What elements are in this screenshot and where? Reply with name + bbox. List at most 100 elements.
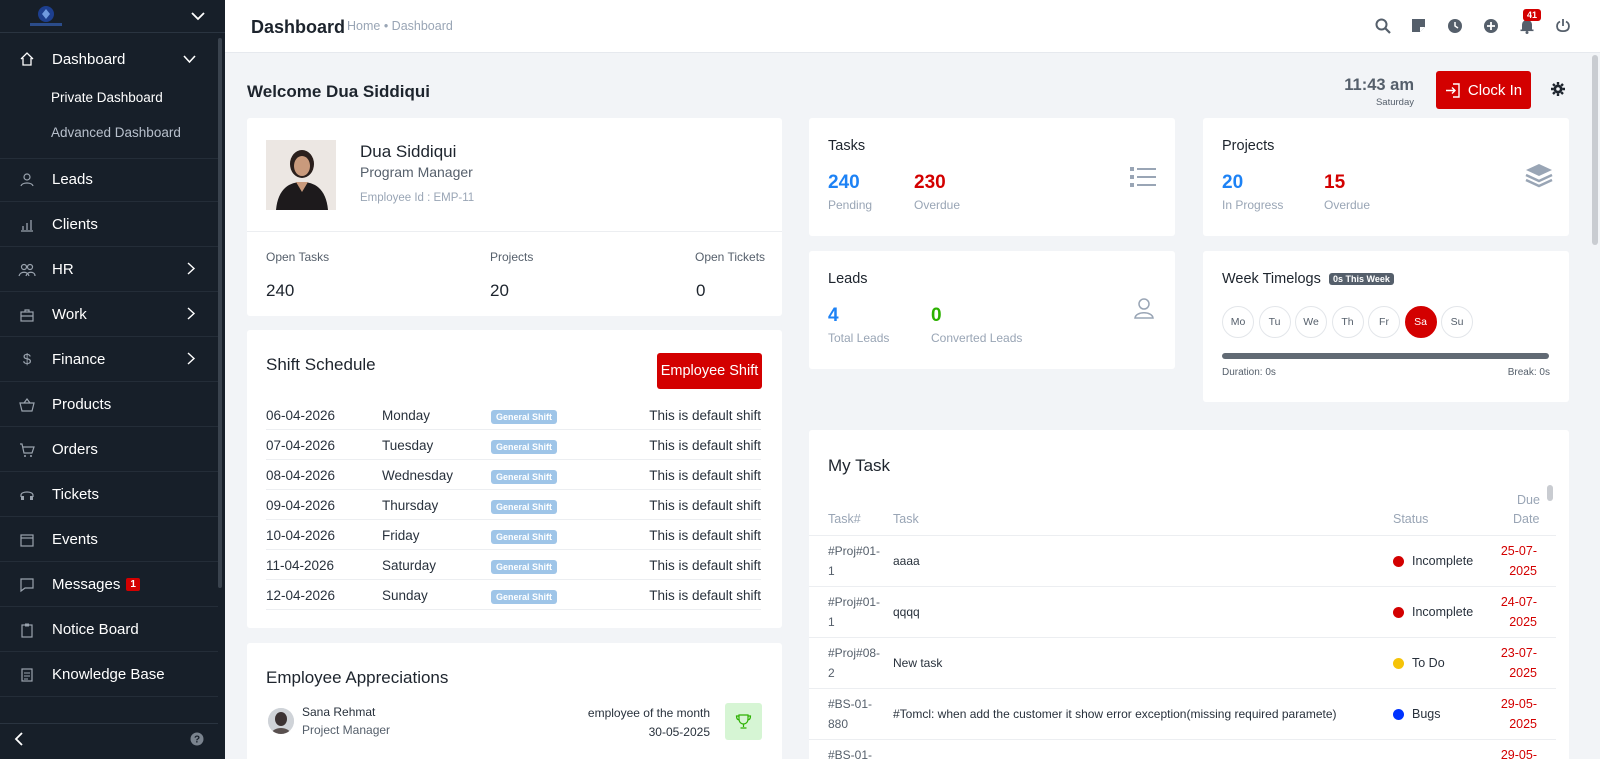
shift-badge: General Shift [491,500,558,514]
home-icon [18,50,36,68]
projects-progress-value[interactable]: 20 [1222,172,1243,194]
chevron-right-icon [187,307,196,325]
chevron-right-icon [187,262,196,280]
profile-role: Program Manager [360,164,473,180]
sidebar-item-notice-board[interactable]: Notice Board [0,608,218,652]
task-row[interactable]: #BS-01- 29-05- [809,739,1556,759]
task-row[interactable]: #BS-01- 880 #Tomcl: when add the customer … [809,688,1556,739]
projects-value[interactable]: 20 [490,281,509,301]
open-tickets-value[interactable]: 0 [696,281,705,301]
sidebar-scrollbar[interactable] [218,38,222,588]
shift-note: This is default shift [649,438,761,453]
sidebar-item-hr[interactable]: HR [0,248,218,292]
appreciation-avatar[interactable] [268,708,294,734]
task-number[interactable]: #Proj#01- [828,544,880,558]
task-status: Incomplete [1393,605,1473,619]
day-we-button[interactable]: We [1295,306,1327,338]
bell-icon[interactable]: 41 [1517,9,1542,35]
shift-day: Friday [382,528,420,543]
shift-badge: General Shift [491,410,558,424]
task-number[interactable]: #Proj#08- [828,646,880,660]
clock-icon[interactable] [1445,16,1464,35]
tasks-card: Tasks 240 Pending 230 Overdue [809,118,1175,236]
task-name[interactable]: aaaa [893,554,920,568]
task-number[interactable]: #Proj#01- [828,595,880,609]
task-row[interactable]: #Proj#08- 2 New task To Do 23-07- 2025 [809,637,1556,688]
day-mo-button[interactable]: Mo [1222,306,1254,338]
leads-converted-value[interactable]: 0 [931,305,942,327]
clock-in-button[interactable]: Clock In [1436,71,1531,109]
sidebar-subitem-advanced-dashboard[interactable]: Advanced Dashboard [51,125,181,140]
sidebar-item-products[interactable]: Products [0,383,218,427]
day-fr-button[interactable]: Fr [1368,306,1400,338]
task-name[interactable]: qqqq [893,605,920,619]
shift-row: 11-04-2026 Saturday General Shift This is d… [266,550,761,580]
shift-badge: General Shift [491,470,558,484]
sidebar-item-work[interactable]: Work [0,293,218,337]
sidebar-item-leads[interactable]: Leads [0,158,218,202]
shift-row: 09-04-2026 Thursday General Shift This is d… [266,490,761,520]
col-header-due[interactable]: Due [1517,493,1540,507]
sidebar-item-dashboard[interactable]: Dashboard [0,37,218,81]
col-header-task[interactable]: Task [893,512,919,526]
basket-icon [18,396,36,414]
profile-avatar[interactable] [266,140,336,210]
task-table-scrollbar[interactable] [1547,485,1553,501]
leads-converted-label: Converted Leads [931,331,1023,345]
search-icon[interactable] [1373,16,1392,35]
tasks-pending-value[interactable]: 240 [828,172,860,194]
col-header-task-number[interactable]: Task# [828,512,861,526]
shift-badge: General Shift [491,560,558,574]
projects-progress-label: In Progress [1222,198,1284,212]
task-name[interactable]: New task [893,656,942,670]
gear-icon[interactable] [1551,82,1565,101]
sidebar-item-orders[interactable]: Orders [0,428,218,472]
task-number[interactable]: #BS-01- [828,748,872,759]
sidebar-item-events[interactable]: Events [0,518,218,562]
task-name[interactable]: #Tomcl: when add the customer it show er… [893,707,1337,721]
task-due-date: 29-05- [1500,748,1537,759]
help-icon[interactable]: ? [190,732,204,751]
page-scrollbar[interactable] [1592,55,1598,245]
sidebar-item-messages[interactable]: Messages 1 [0,563,218,607]
projects-overdue-value[interactable]: 15 [1324,172,1345,194]
day-th-button[interactable]: Th [1331,306,1364,338]
chevron-down-icon[interactable] [189,7,207,25]
sidebar-subitem-private-dashboard[interactable]: Private Dashboard [51,90,163,105]
clipboard-icon [18,621,36,639]
appreciation-name[interactable]: Sana Rehmat [302,705,375,719]
status-dot-icon [1393,556,1404,568]
collapse-sidebar-icon[interactable] [14,732,24,751]
sidebar-item-tickets[interactable]: Tickets [0,473,218,517]
breadcrumb[interactable]: Home • Dashboard [347,19,453,33]
sidebar-item-finance[interactable]: $ Finance [0,338,218,382]
profile-name: Dua Siddiqui [360,142,457,161]
company-logo[interactable] [22,4,70,28]
plus-circle-icon[interactable] [1481,16,1500,35]
day-sa-button[interactable]: Sa [1404,306,1437,338]
power-icon[interactable] [1553,16,1572,35]
employee-shift-button[interactable]: Employee Shift [657,353,762,389]
day-tu-button[interactable]: Tu [1258,306,1291,338]
task-row[interactable]: #Proj#01- 1 qqqq Incomplete 24-07- 2025 [809,586,1556,637]
messages-badge: 1 [126,578,140,591]
shift-row: 10-04-2026 Friday General Shift This is def… [266,520,761,550]
trophy-icon [725,703,762,740]
sidebar-footer: ? [0,723,218,759]
tasks-overdue-value[interactable]: 230 [914,172,946,194]
col-header-date[interactable]: Date [1513,512,1539,526]
task-number[interactable]: #BS-01- [828,697,872,711]
sidebar-item-knowledge-base[interactable]: Knowledge Base [0,653,218,697]
sticky-note-icon[interactable] [1409,16,1428,35]
open-tasks-value[interactable]: 240 [266,281,294,301]
task-row[interactable]: #Proj#01- 1 aaaa Incomplete 25-07- 2025 [809,535,1556,586]
task-status: Incomplete [1393,554,1473,568]
calendar-icon [18,531,36,549]
leads-total-value[interactable]: 4 [828,305,839,327]
day-su-button[interactable]: Su [1441,306,1473,338]
profile-card: Dua Siddiqui Program Manager Employee Id… [247,118,782,316]
current-day: Saturday [1375,97,1414,108]
appreciations-title: Employee Appreciations [266,668,449,687]
col-header-status[interactable]: Status [1393,512,1428,526]
sidebar-item-clients[interactable]: Clients [0,203,218,247]
